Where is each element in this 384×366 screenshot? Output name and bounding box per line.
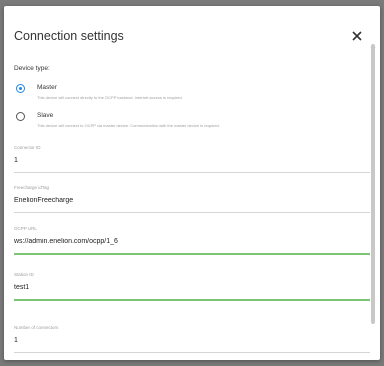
scroll-down-arrow-icon[interactable] xyxy=(370,352,376,358)
number-of-connectors-label: Number of connectors xyxy=(14,325,59,330)
radio-slave-description: This device will connect to OCPP via mas… xyxy=(37,123,220,128)
freecharge-idtag-input[interactable] xyxy=(14,195,368,205)
radio-button-slave[interactable] xyxy=(16,112,25,121)
number-of-connectors-underline xyxy=(14,352,370,353)
station-id-label: Station ID xyxy=(14,272,34,277)
connector-id-input[interactable] xyxy=(14,155,368,165)
radio-button-master[interactable] xyxy=(16,84,25,93)
freecharge-idtag-label: Freecharge idTag xyxy=(14,185,50,190)
radio-master-description: This device will connect directly to the… xyxy=(37,95,183,100)
station-id-underline xyxy=(14,299,370,301)
ocpp-url-underline xyxy=(14,253,370,255)
radio-master-label: Master xyxy=(37,84,57,91)
dialog-header: Connection settings xyxy=(4,6,380,58)
connection-settings-dialog: Connection settings Device type: Master … xyxy=(4,6,380,360)
radio-slave-label: Slave xyxy=(37,112,54,119)
station-id-input[interactable] xyxy=(14,282,368,292)
freecharge-idtag-underline xyxy=(14,212,370,213)
ocpp-url-input[interactable] xyxy=(14,236,368,246)
scrollbar-thumb[interactable] xyxy=(371,44,375,324)
device-type-label: Device type: xyxy=(14,65,50,72)
dialog-title: Connection settings xyxy=(14,29,124,43)
scrollbar[interactable] xyxy=(370,36,376,358)
connector-id-underline xyxy=(14,172,370,173)
connector-id-label: Connector ID xyxy=(14,145,41,150)
ocpp-url-label: OCPP URL xyxy=(14,226,37,231)
close-icon[interactable] xyxy=(350,29,364,43)
scroll-up-arrow-icon[interactable] xyxy=(370,36,376,48)
number-of-connectors-input[interactable] xyxy=(14,335,368,345)
